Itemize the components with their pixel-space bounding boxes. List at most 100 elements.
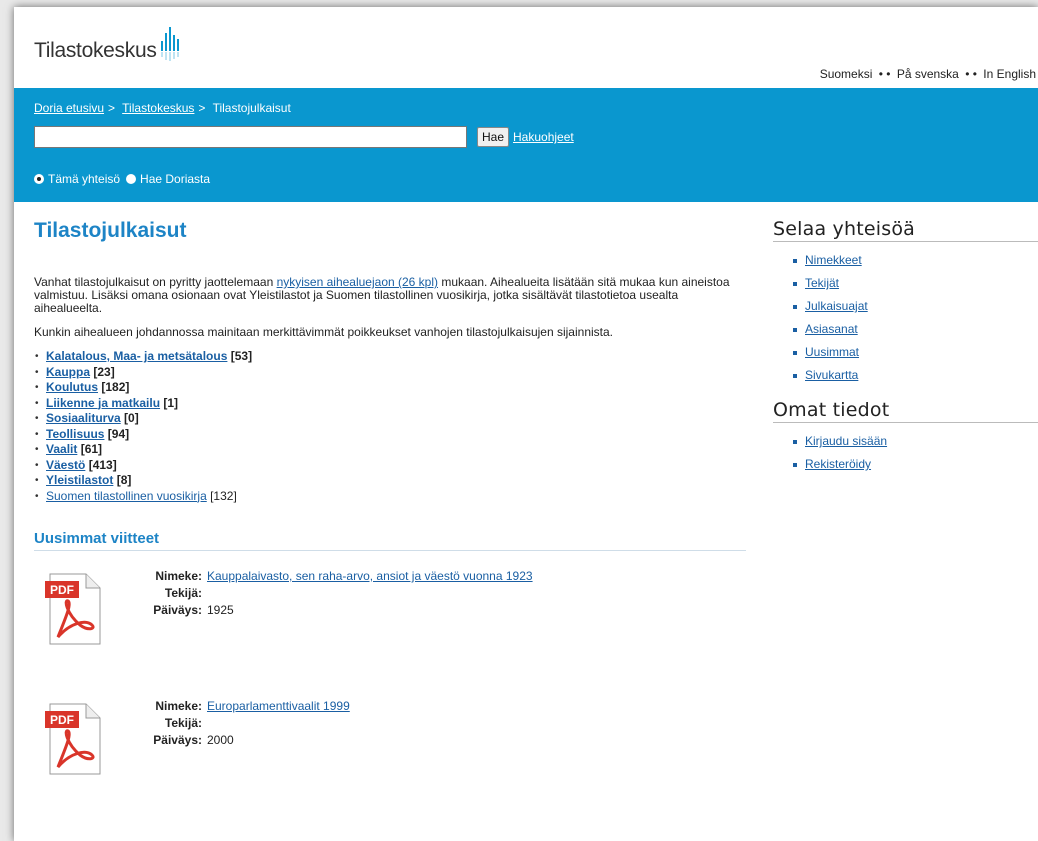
category-link[interactable]: Liikenne ja matkailu <box>46 396 160 410</box>
list-item: Liikenne ja matkailu [1] <box>34 396 746 412</box>
browse-authors-link[interactable]: Tekijät <box>805 276 839 290</box>
item-date: 2000 <box>207 733 234 747</box>
breadcrumb-separator: > <box>108 101 116 115</box>
category-link[interactable]: Kalatalous, Maa- ja metsätalous <box>46 349 227 363</box>
exceptions-paragraph: Kunkin aihealueen johdannossa mainitaan … <box>34 325 613 339</box>
list-item: Yleistilastot [8] <box>34 473 746 489</box>
category-link[interactable]: Teollisuus <box>46 427 104 441</box>
list-item: Asiasanat <box>793 318 1038 341</box>
scope-all-doria[interactable]: Hae Doriasta <box>126 172 210 186</box>
item-metadata: Nimeke: Kauppalaivasto, sen raha-arvo, an… <box>142 569 533 620</box>
category-count: [182] <box>101 380 130 394</box>
lang-separator: • • <box>965 67 977 81</box>
lang-swedish-link[interactable]: På svenska <box>897 67 959 81</box>
language-switcher: Suomeksi • • På svenska • • In English <box>820 67 1036 81</box>
list-item: Uusimmat <box>793 341 1038 364</box>
list-item: Sosiaaliturva [0] <box>34 411 746 427</box>
browse-list: Nimekkeet Tekijät Julkaisuajat Asiasanat… <box>773 249 1038 387</box>
browse-subjects-link[interactable]: Asiasanat <box>805 322 858 336</box>
category-link[interactable]: Vaalit <box>46 442 77 456</box>
breadcrumb: Doria etusivu > Tilastokeskus > Tilastojul… <box>34 101 291 115</box>
list-item: Kalatalous, Maa- ja metsätalous [53] <box>34 349 746 365</box>
category-count: [8] <box>116 473 132 487</box>
list-item: Tekijät <box>793 272 1038 295</box>
date-label: Päiväys: <box>153 603 202 617</box>
pdf-icon-label: PDF <box>50 713 74 727</box>
account-list: Kirjaudu sisään Rekisteröidy <box>773 430 1038 476</box>
category-count: [61] <box>80 442 103 456</box>
category-link[interactable]: Kauppa <box>46 365 90 379</box>
author-label: Tekijä: <box>164 716 202 730</box>
search-input[interactable] <box>34 126 467 148</box>
logo-text: Tilastokeskus <box>34 39 157 62</box>
register-link[interactable]: Rekisteröidy <box>805 457 871 471</box>
item-title-link[interactable]: Europarlamenttivaalit 1999 <box>207 699 350 716</box>
list-item: Väestö [413] <box>34 458 746 474</box>
breadcrumb-tilastokeskus[interactable]: Tilastokeskus <box>122 101 194 115</box>
list-item: Rekisteröidy <box>793 453 1038 476</box>
metadata-row: Päiväys: 1925 <box>142 603 533 620</box>
date-label: Päiväys: <box>153 733 202 747</box>
category-link[interactable]: Sosiaaliturva <box>46 411 121 425</box>
lang-english-link[interactable]: In English <box>983 67 1036 81</box>
browse-newest-link[interactable]: Uusimmat <box>805 345 859 359</box>
search-button[interactable]: Hae <box>477 127 510 147</box>
browse-dates-link[interactable]: Julkaisuajat <box>805 299 868 313</box>
sidebar: Selaa yhteisöä Nimekkeet Tekijät Julkais… <box>773 218 1038 476</box>
search-scope: Tämä yhteisö Hae Doriasta <box>34 172 216 186</box>
radio-checked-icon[interactable] <box>34 174 44 184</box>
search-help-link[interactable]: Hakuohjeet <box>513 130 574 144</box>
category-count: [23] <box>93 364 115 379</box>
recent-item: PDF Nimeke: Kauppalaivasto, sen raha-arvo… <box>34 551 746 681</box>
pdf-icon[interactable]: PDF <box>44 573 102 645</box>
breadcrumb-doria-home[interactable]: Doria etusivu <box>34 101 104 115</box>
list-item: Suomen tilastollinen vuosikirja [132] <box>34 489 746 505</box>
metadata-row: Tekijä: <box>142 716 350 733</box>
title-label: Nimeke: <box>155 699 202 713</box>
metadata-row: Nimeke: Kauppalaivasto, sen raha-arvo, an… <box>142 569 533 586</box>
pdf-icon[interactable]: PDF <box>44 703 102 775</box>
topic-division-link[interactable]: nykyisen aihealuejaon (26 kpl) <box>277 275 438 289</box>
list-item: Koulutus [182] <box>34 380 746 396</box>
list-item: Kauppa [23] <box>34 365 746 381</box>
intro-text: Vanhat tilastojulkaisut on pyritty jaott… <box>34 275 277 289</box>
category-link[interactable]: Yleistilastot <box>46 473 113 487</box>
metadata-row: Nimeke: Europarlamenttivaalit 1999 <box>142 699 350 716</box>
category-link[interactable]: Koulutus <box>46 380 98 394</box>
category-count: [132] <box>210 488 237 503</box>
recent-item: PDF Nimeke: Europarlamenttivaalit 1999 Te… <box>34 681 746 811</box>
metadata-row: Tekijä: <box>142 586 533 603</box>
category-count: [94] <box>107 426 130 441</box>
scope-label: Tämä yhteisö <box>48 172 121 186</box>
list-item: Kirjaudu sisään <box>793 430 1038 453</box>
category-list: Kalatalous, Maa- ja metsätalous [53] Kau… <box>34 349 746 504</box>
logo-bars-icon <box>160 27 179 61</box>
radio-unchecked-icon[interactable] <box>126 174 137 184</box>
breadcrumb-current: Tilastojulkaisut <box>212 101 291 115</box>
category-count: [413] <box>88 457 117 472</box>
category-count: [1] <box>163 395 179 410</box>
item-title-link[interactable]: Kauppalaivasto, sen raha-arvo, ansiot ja… <box>207 569 533 586</box>
search-row: Hae Hakuohjeet <box>34 126 574 148</box>
lang-finnish-link[interactable]: Suomeksi <box>820 67 873 81</box>
list-item: Sivukartta <box>793 364 1038 387</box>
breadcrumb-separator: > <box>198 101 206 115</box>
item-metadata: Nimeke: Europarlamenttivaalit 1999 Tekijä… <box>142 699 350 750</box>
list-item: Nimekkeet <box>793 249 1038 272</box>
account-heading: Omat tiedot <box>773 399 1038 423</box>
browse-heading: Selaa yhteisöä <box>773 218 1038 242</box>
sitemap-link[interactable]: Sivukartta <box>805 368 858 382</box>
browse-titles-link[interactable]: Nimekkeet <box>805 253 862 267</box>
category-link[interactable]: Suomen tilastollinen vuosikirja <box>46 489 207 503</box>
login-link[interactable]: Kirjaudu sisään <box>805 434 887 448</box>
category-link[interactable]: Väestö <box>46 458 85 472</box>
scope-this-community[interactable]: Tämä yhteisö <box>34 172 120 186</box>
header: Tilastokeskus Suomeksi • • På svenska • … <box>14 7 1038 88</box>
list-item: Teollisuus [94] <box>34 427 746 443</box>
title-label: Nimeke: <box>155 569 202 583</box>
scope-label: Hae Doriasta <box>140 172 211 186</box>
lang-separator: • • <box>878 67 891 81</box>
site-logo[interactable]: Tilastokeskus <box>34 27 182 63</box>
intro-paragraph: Vanhat tilastojulkaisut on pyritty jaott… <box>34 276 746 315</box>
list-item: Julkaisuajat <box>793 295 1038 318</box>
